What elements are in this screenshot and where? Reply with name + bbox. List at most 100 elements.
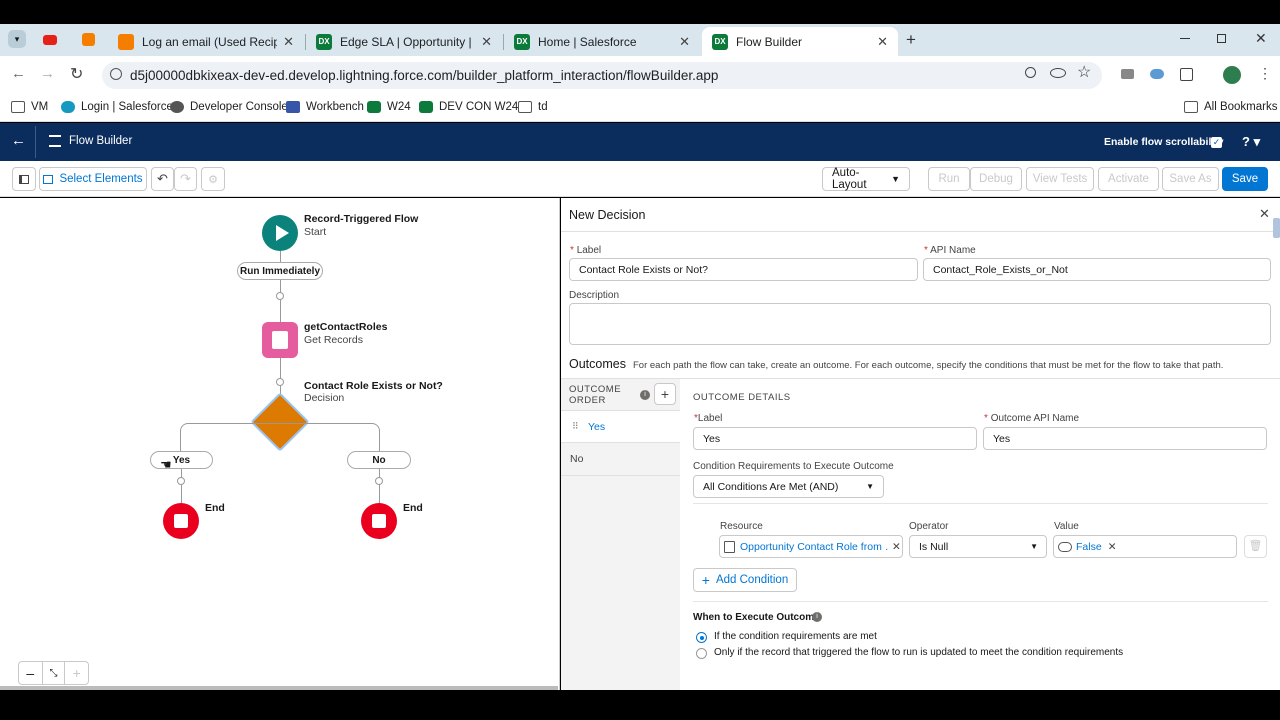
close-panel-icon[interactable]: ✕ <box>1259 206 1270 222</box>
close-window-icon[interactable]: ✕ <box>1255 30 1267 47</box>
description-textarea[interactable] <box>569 303 1271 345</box>
tab-flow-builder[interactable]: DX Flow Builder ✕ <box>702 27 898 56</box>
connector-dot[interactable] <box>276 292 284 300</box>
blogger-icon[interactable] <box>82 33 95 46</box>
bookmark-workbench[interactable]: Workbench <box>286 98 364 116</box>
profile-avatar[interactable] <box>1223 66 1241 84</box>
remove-value-icon[interactable]: ✕ <box>1108 541 1117 553</box>
delete-condition-button[interactable]: 🗑 <box>1244 535 1267 558</box>
tab-edge-sla[interactable]: DX Edge SLA | Opportunity | Salesf… ✕ <box>306 27 502 56</box>
new-tab-button[interactable]: + <box>906 30 916 50</box>
back-arrow-icon[interactable]: ← <box>11 132 26 149</box>
zoom-in-button[interactable]: + <box>65 662 88 684</box>
zoom-out-button[interactable]: – <box>19 662 43 684</box>
info-icon[interactable]: i <box>640 390 650 400</box>
outcome-label-input[interactable]: Yes <box>693 427 977 450</box>
outcome-item-yes[interactable]: ⠿ Yes <box>561 410 680 443</box>
bookmark-label: VM <box>31 101 49 113</box>
zoom-icon[interactable] <box>1025 67 1036 78</box>
star-icon[interactable]: ☆ <box>1077 62 1091 82</box>
tab-title: Flow Builder <box>736 34 803 49</box>
close-tab-icon[interactable]: ✕ <box>877 34 888 50</box>
outcome-api-input[interactable]: Yes <box>983 427 1267 450</box>
all-bookmarks[interactable]: All Bookmarks <box>1184 98 1278 116</box>
resource-input[interactable]: Opportunity Contact Role from … ✕ <box>719 535 903 558</box>
close-tab-icon[interactable]: ✕ <box>481 34 492 50</box>
radio-condition-met[interactable] <box>696 632 707 643</box>
layout-select[interactable]: Auto-Layout ▼ <box>822 167 910 191</box>
resource-pill[interactable]: Opportunity Contact Role from … ✕ <box>724 540 902 553</box>
canvas-scrollbar[interactable] <box>0 686 558 690</box>
scrollability-checkbox[interactable]: ✓ <box>1211 137 1222 148</box>
bookmark-vm[interactable]: VM <box>11 98 48 116</box>
cloud-icon[interactable] <box>1150 69 1164 79</box>
tab-home-salesforce[interactable]: DX Home | Salesforce ✕ <box>504 27 700 56</box>
settings-button[interactable]: ⚙ <box>201 167 225 191</box>
url-text: d5j00000dbkixeax-dev-ed.develop.lightnin… <box>130 68 719 83</box>
close-tab-icon[interactable]: ✕ <box>283 34 294 50</box>
add-outcome-button[interactable]: + <box>654 383 676 405</box>
toggle-icon <box>1058 541 1072 552</box>
reload-icon[interactable]: ↻ <box>70 64 83 84</box>
help-label: ? <box>1242 134 1250 149</box>
minimize-icon[interactable] <box>1180 38 1190 39</box>
bookmark-td[interactable]: td <box>518 98 548 116</box>
end-node-icon-no[interactable] <box>361 503 397 539</box>
run-button[interactable]: Run <box>928 167 970 191</box>
fit-view-button[interactable]: ⤡ <box>43 662 66 684</box>
toggle-panel-button[interactable] <box>12 167 36 191</box>
add-condition-button[interactable]: + Add Condition <box>693 568 797 592</box>
back-icon[interactable]: ← <box>11 65 26 82</box>
start-node-icon[interactable] <box>262 215 298 251</box>
youtube-icon[interactable] <box>43 35 57 45</box>
tab-search-button[interactable]: ▾ <box>8 30 26 48</box>
debug-button[interactable]: Debug <box>970 167 1022 191</box>
panel-scrollbar[interactable] <box>1273 218 1280 238</box>
site-info-icon[interactable] <box>110 68 122 80</box>
value-input[interactable]: False ✕ <box>1053 535 1237 558</box>
tab-log-email[interactable]: Log an email (Used Recipient ID… ✕ <box>108 27 304 56</box>
no-branch-pill[interactable]: No <box>347 451 411 469</box>
chevron-down-icon: ▼ <box>866 482 874 491</box>
camera-icon[interactable] <box>1121 69 1134 79</box>
run-immediately-pill[interactable]: Run Immediately <box>237 262 323 280</box>
connector-dot[interactable] <box>375 477 383 485</box>
activate-button[interactable]: Activate <box>1098 167 1159 191</box>
radio-only-if-updated[interactable] <box>696 648 707 659</box>
bookmark-w24[interactable]: W24 <box>367 98 411 116</box>
save-button[interactable]: Save <box>1222 167 1268 191</box>
operator-select[interactable]: Is Null ▼ <box>909 535 1047 558</box>
restore-icon[interactable] <box>1217 34 1226 43</box>
label-input[interactable]: Contact Role Exists or Not? <box>569 258 918 281</box>
bookmark-developer-console[interactable]: Developer Console <box>170 98 288 116</box>
get-records-icon[interactable] <box>262 322 298 358</box>
resource-label: Resource <box>720 521 763 532</box>
view-tests-button[interactable]: View Tests <box>1026 167 1094 191</box>
menu-icon[interactable]: ⋮ <box>1258 65 1272 82</box>
bookmark-login-salesforce[interactable]: Login | Salesforce <box>61 98 173 116</box>
info-icon[interactable]: i <box>812 612 822 622</box>
connector-dot[interactable] <box>276 378 284 386</box>
redo-button[interactable]: ↷ <box>174 167 197 191</box>
forward-icon[interactable]: → <box>40 65 55 82</box>
outcomes-heading: Outcomes <box>569 357 626 371</box>
undo-button[interactable]: ↶ <box>151 167 174 191</box>
close-tab-icon[interactable]: ✕ <box>679 34 690 50</box>
flow-canvas[interactable]: Record-Triggered Flow Start Run Immediat… <box>0 198 560 690</box>
remove-resource-icon[interactable]: ✕ <box>892 541 901 553</box>
select-elements-button[interactable]: Select Elements <box>39 167 147 191</box>
api-name-input[interactable]: Contact_Role_Exists_or_Not <box>923 258 1271 281</box>
url-bar[interactable]: d5j00000dbkixeax-dev-ed.develop.lightnin… <box>102 62 1102 89</box>
save-as-button[interactable]: Save As <box>1162 167 1219 191</box>
connector-dot[interactable] <box>177 477 185 485</box>
help-icon[interactable]: ? ▾ <box>1242 134 1260 150</box>
end-node-icon-yes[interactable] <box>163 503 199 539</box>
condition-requirements-select[interactable]: All Conditions Are Met (AND) ▼ <box>693 475 884 498</box>
drag-handle-icon[interactable]: ⠿ <box>572 421 579 432</box>
value-text: False <box>1076 540 1102 553</box>
outcome-item-no[interactable]: No <box>561 443 680 476</box>
bookmark-dev-con-w24[interactable]: DEV CON W24 <box>419 98 518 116</box>
eye-icon[interactable] <box>1050 68 1066 78</box>
outcomes-help: For each path the flow can take, create … <box>633 360 1224 371</box>
extensions-icon[interactable] <box>1180 68 1193 81</box>
